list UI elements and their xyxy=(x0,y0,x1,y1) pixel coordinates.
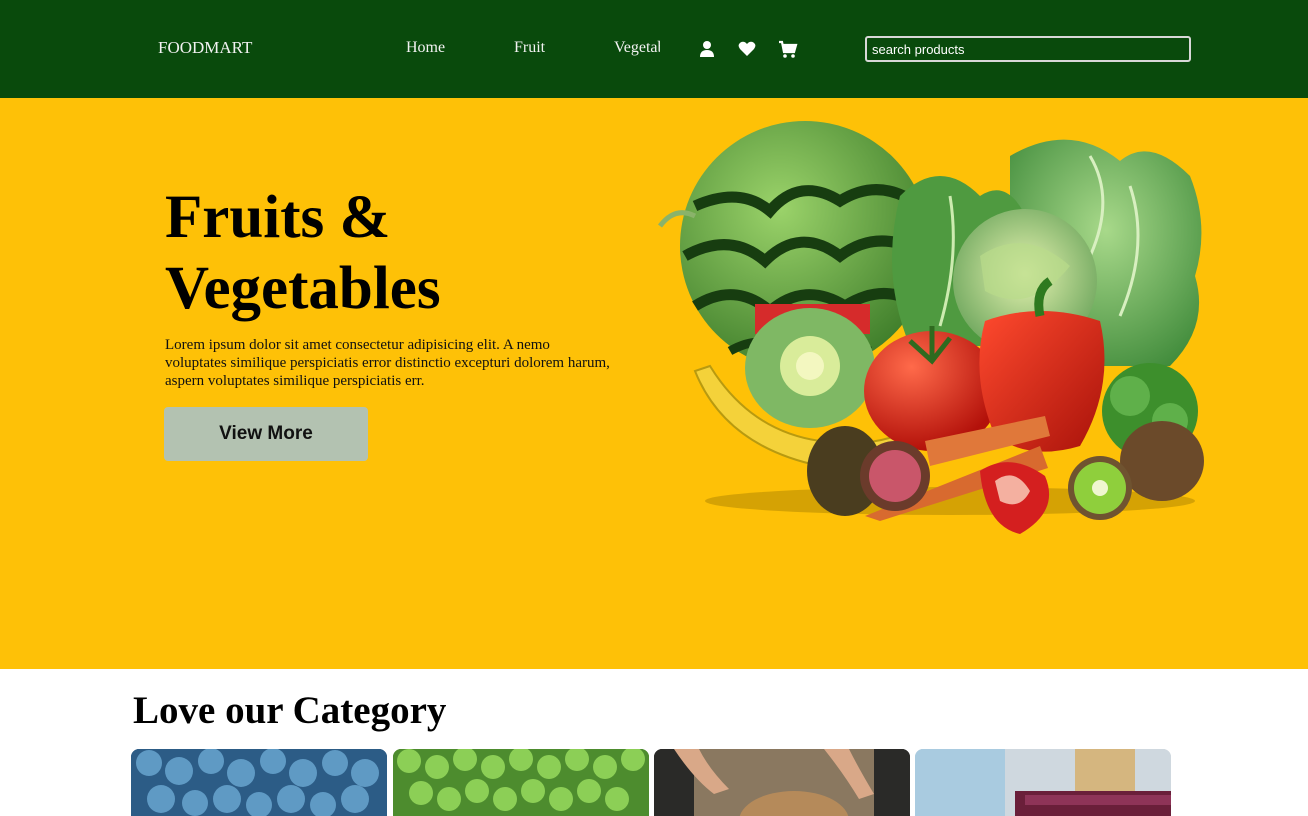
hero-banner: Fruits & Vegetables Lorem ipsum dolor si… xyxy=(0,98,1308,669)
brand-logo[interactable]: FOODMART xyxy=(158,38,252,58)
category-card-blueberries[interactable] xyxy=(131,749,387,816)
category-card-sweets[interactable] xyxy=(915,749,1171,816)
navbar: FOODMART Home Fruit Vegetables xyxy=(0,0,1308,98)
hero-title: Fruits & Vegetables xyxy=(165,184,441,322)
nav-link-home[interactable]: Home xyxy=(406,39,445,57)
heart-icon[interactable] xyxy=(737,39,757,59)
category-section-title: Love our Category xyxy=(133,689,447,732)
hero-description: Lorem ipsum dolor sit amet consectetur a… xyxy=(165,337,610,389)
fruits-vegetables-illustration xyxy=(650,116,1220,541)
view-more-button[interactable]: View More xyxy=(164,407,368,461)
nav-link-fruit[interactable]: Fruit xyxy=(514,39,545,57)
search-input[interactable] xyxy=(865,36,1191,62)
nav-link-vegetables[interactable]: Vegetables xyxy=(614,39,660,57)
user-icon[interactable] xyxy=(697,39,717,59)
category-card-bread[interactable] xyxy=(654,749,910,816)
cart-icon[interactable] xyxy=(778,39,798,59)
category-card-peas[interactable] xyxy=(393,749,649,816)
